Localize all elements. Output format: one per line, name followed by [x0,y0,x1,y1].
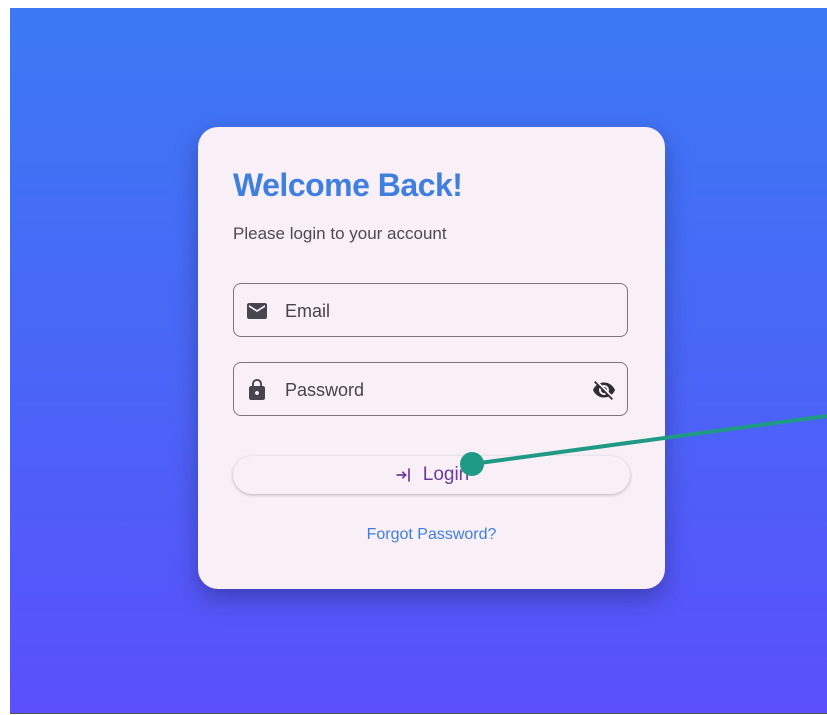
login-icon [396,468,410,482]
page-subtitle: Please login to your account [233,224,447,243]
lock-icon [249,379,265,400]
email-placeholder: Email [285,301,331,321]
email-field[interactable]: Email [233,283,628,337]
password-placeholder: Password [285,380,365,400]
login-button[interactable]: Login [233,456,630,494]
login-button-label: Login [422,464,470,485]
login-card: Welcome Back! Please login to your accou… [198,127,665,589]
password-field[interactable]: Password [233,362,628,416]
visibility-off-icon[interactable] [591,378,617,402]
forgot-password-link[interactable]: Forgot Password? [198,526,665,544]
mail-icon [247,303,267,319]
page-title: Welcome Back! [233,167,463,203]
app-background: Welcome Back! Please login to your accou… [10,8,827,714]
